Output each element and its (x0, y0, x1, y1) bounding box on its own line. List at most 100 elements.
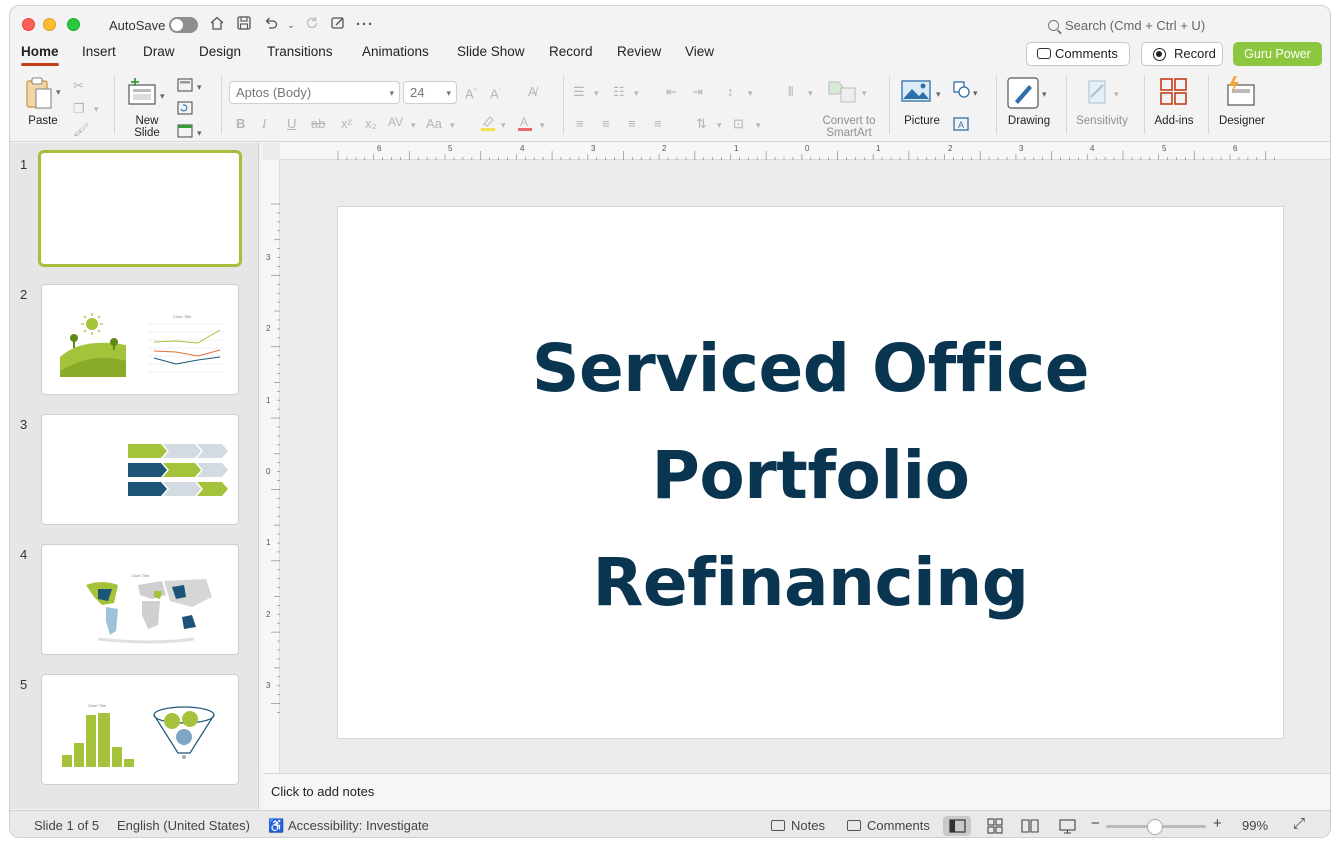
tab-design[interactable]: Design (199, 44, 241, 70)
customize-icon[interactable] (328, 15, 348, 35)
fit-to-window-icon[interactable]: ⤢ (1293, 815, 1305, 832)
align-right-icon[interactable]: ≡ (628, 116, 636, 132)
home-icon[interactable] (207, 15, 227, 35)
redo-icon[interactable] (302, 15, 322, 35)
picture-dropdown-icon[interactable]: ▾ (936, 86, 941, 102)
paste-dropdown-icon[interactable]: ▾ (56, 84, 61, 100)
accessibility-status[interactable]: ♿ Accessibility: Investigate (268, 818, 429, 834)
normal-view-button[interactable] (943, 816, 971, 836)
more-icon[interactable]: ··· (355, 15, 375, 35)
font-size-select[interactable]: 24 ▾ (403, 81, 457, 104)
reading-view-button[interactable] (1016, 816, 1044, 836)
change-case-dropdown-icon[interactable]: ▾ (450, 117, 455, 133)
superscript-icon[interactable]: x² (341, 116, 352, 132)
section-dropdown-icon[interactable]: ▾ (197, 125, 202, 141)
comments-button[interactable]: Comments (1026, 42, 1130, 66)
columns-dropdown-icon[interactable]: ▾ (808, 85, 813, 101)
underline-icon[interactable]: U (287, 116, 296, 132)
slide-thumbnail-5[interactable]: Chart Title (41, 674, 239, 785)
new-slide-icon[interactable] (127, 77, 157, 107)
zoom-window-button[interactable] (67, 18, 80, 31)
decrease-font-size-icon[interactable]: Aˇ (490, 84, 501, 102)
layout-icon[interactable] (177, 78, 193, 96)
notes-toggle[interactable]: Notes (771, 818, 825, 833)
tab-review[interactable]: Review (617, 44, 661, 70)
slide-title[interactable]: Serviced Office Portfolio Refinancing (338, 315, 1283, 636)
bold-icon[interactable]: B (236, 116, 245, 132)
notes-pane[interactable]: Click to add notes (263, 773, 1330, 810)
copy-dropdown-icon[interactable]: ▾ (94, 101, 99, 117)
sensitivity-icon[interactable] (1085, 77, 1111, 111)
reset-icon[interactable] (177, 101, 193, 119)
clear-formatting-icon[interactable]: A̸ (528, 84, 537, 100)
subscript-icon[interactable]: x₂ (365, 116, 377, 132)
slide-thumbnail-4[interactable]: Chart Title (41, 544, 239, 655)
picture-icon[interactable] (901, 79, 931, 107)
section-icon[interactable] (177, 124, 193, 142)
highlight-icon[interactable] (480, 114, 496, 136)
copy-icon[interactable]: ❐ (73, 101, 85, 117)
zoom-out-icon[interactable]: − (1091, 815, 1100, 832)
close-window-button[interactable] (22, 18, 35, 31)
bullets-icon[interactable]: ☰ (573, 84, 585, 100)
tab-draw[interactable]: Draw (143, 44, 175, 70)
tab-slide-show[interactable]: Slide Show (457, 44, 525, 70)
increase-indent-icon[interactable]: ⇥ (692, 84, 703, 100)
tab-animations[interactable]: Animations (362, 44, 429, 70)
line-spacing-icon[interactable]: ↕ (727, 84, 734, 100)
align-text-icon[interactable]: ⊡ (733, 116, 744, 132)
text-direction-dropdown-icon[interactable]: ▾ (717, 117, 722, 133)
font-color-dropdown-icon[interactable]: ▾ (540, 117, 545, 133)
add-ins-icon[interactable] (1159, 77, 1189, 111)
tab-record[interactable]: Record (549, 44, 593, 70)
autosave-toggle[interactable] (169, 17, 198, 33)
align-center-icon[interactable]: ≡ (602, 116, 610, 132)
font-name-select[interactable]: Aptos (Body) ▾ (229, 81, 400, 104)
zoom-level[interactable]: 99% (1242, 818, 1268, 833)
tab-insert[interactable]: Insert (82, 44, 116, 70)
paste-icon[interactable] (24, 76, 54, 110)
italic-icon[interactable]: I (262, 116, 266, 132)
shapes-dropdown-icon[interactable]: ▾ (973, 85, 978, 101)
slide-show-button[interactable] (1053, 816, 1081, 836)
designer-icon[interactable] (1224, 75, 1258, 111)
language-indicator[interactable]: English (United States) (117, 818, 250, 833)
line-spacing-dropdown-icon[interactable]: ▾ (748, 85, 753, 101)
highlight-dropdown-icon[interactable]: ▾ (501, 117, 506, 133)
change-case-icon[interactable]: Aa (426, 116, 442, 132)
cut-icon[interactable]: ✂ (73, 78, 84, 94)
layout-dropdown-icon[interactable]: ▾ (197, 79, 202, 95)
slide-thumbnail-2[interactable]: Chart Title (41, 284, 239, 395)
zoom-slider-handle[interactable] (1147, 819, 1163, 835)
justify-icon[interactable]: ≡ (654, 116, 662, 132)
increase-font-size-icon[interactable]: A^ (465, 84, 477, 102)
smartart-icon[interactable] (827, 78, 857, 108)
slide-thumbnail-3[interactable] (41, 414, 239, 525)
guru-power-button[interactable]: Guru Power (1233, 42, 1322, 66)
slide-thumbnails-panel[interactable]: 1 2 Chart Title 3 4 Chart Title 5 Chart … (10, 143, 259, 809)
comments-toggle[interactable]: Comments (847, 818, 930, 833)
tab-transitions[interactable]: Transitions (267, 44, 333, 70)
font-color-icon[interactable]: A (517, 114, 533, 136)
shapes-icon[interactable] (952, 80, 972, 104)
tab-home[interactable]: Home (21, 44, 59, 70)
save-icon[interactable] (234, 15, 254, 35)
slide-sorter-button[interactable] (981, 816, 1009, 836)
search-box[interactable]: Search (Cmd + Ctrl + U) (1048, 18, 1205, 33)
minimize-window-button[interactable] (43, 18, 56, 31)
current-slide[interactable]: Serviced Office Portfolio Refinancing (337, 206, 1284, 739)
strikethrough-icon[interactable]: ab (311, 116, 325, 132)
align-left-icon[interactable]: ≡ (576, 116, 584, 132)
text-box-icon[interactable]: A (952, 116, 970, 136)
drawing-icon[interactable] (1007, 77, 1039, 113)
tab-view[interactable]: View (685, 44, 714, 70)
decrease-indent-icon[interactable]: ⇤ (666, 84, 677, 100)
slide-thumbnail-1[interactable] (38, 150, 242, 267)
character-spacing-dropdown-icon[interactable]: ▾ (411, 117, 416, 133)
numbering-dropdown-icon[interactable]: ▾ (634, 85, 639, 101)
drawing-dropdown-icon[interactable]: ▾ (1042, 86, 1047, 102)
new-slide-dropdown-icon[interactable]: ▾ (160, 88, 165, 104)
columns-icon[interactable]: ⫴ (788, 84, 793, 100)
align-text-dropdown-icon[interactable]: ▾ (756, 117, 761, 133)
bullets-dropdown-icon[interactable]: ▾ (594, 85, 599, 101)
